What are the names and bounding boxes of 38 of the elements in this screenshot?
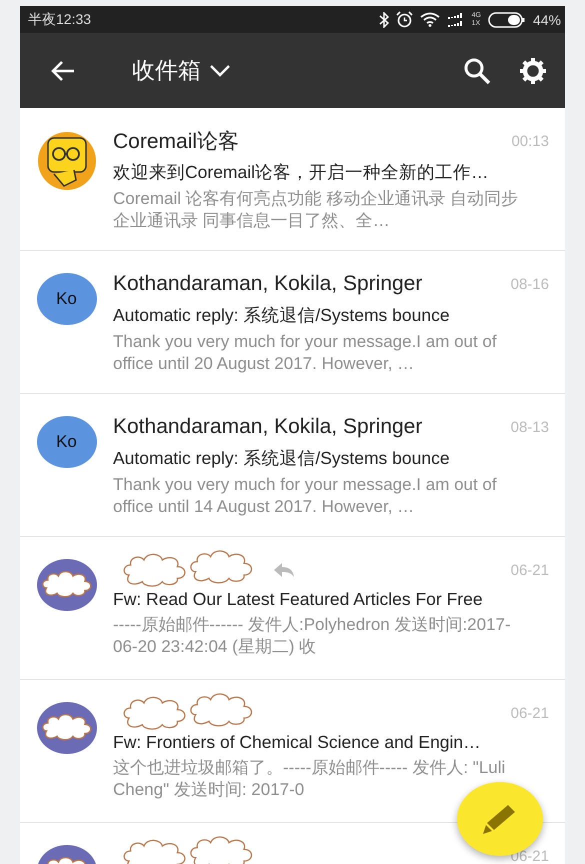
message-date: 08-16 <box>510 276 549 292</box>
sender-name: Kothandaraman, Kokila, Springer <box>113 415 422 439</box>
alarm-clock-icon <box>396 11 413 28</box>
message-preview: Coremail 论客有何亮点功能 移动企业通讯录 自动同步企业通讯录 同事信息一目了然、全… <box>113 188 520 232</box>
back-arrow-icon <box>50 60 76 82</box>
message-preview: Thank you very much for your message.I am out of office until 20 August 2017. However, … <box>113 331 498 375</box>
settings-icon <box>519 56 547 84</box>
pencil-icon <box>482 802 518 836</box>
search-icon <box>463 56 491 84</box>
wifi-icon <box>420 12 440 27</box>
status-time: 半夜12:33 <box>28 10 92 28</box>
signal-icon <box>446 12 465 28</box>
bluetooth-icon <box>378 12 389 28</box>
message-item[interactable]: Ko Kothandaraman, Kokila, Springer 08-13 Automatic reply: 系统退信/Systems bounce Thank you very much for your message.I am out of office until 14 August 2017. However, … <box>20 394 565 537</box>
initials-avatar: Ko <box>36 416 96 468</box>
message-date: 08-13 <box>510 418 549 436</box>
message-preview: 这个也进垃圾邮箱了。-----原始邮件----- 发件人: "Luli Cheng" 发送时间: 2017-0 <box>113 757 506 801</box>
sender-name: Kothandaraman, Kokila, Springer <box>113 272 422 296</box>
message-item[interactable]: Ko Kothandaraman, Kokila, Springer 08-16 Automatic reply: 系统退信/Systems bounce Thank you very much for your message.I am out of office until 20 August 2017. However, … <box>20 251 565 394</box>
message-subject: Fw: Read Our Latest Featured Articles For Free <box>113 589 484 610</box>
message-preview: Thank you very much for your message.I am out of office until 14 August 2017. However, … <box>113 474 498 518</box>
mascot-avatar-icon <box>36 130 98 192</box>
message-subject: 欢迎来到Coremail论客，开启一种全新的工作… <box>113 161 490 184</box>
message-date: 06-21 <box>510 704 549 722</box>
chevron-down-icon <box>209 64 231 78</box>
sender-name: Coremail论客 <box>113 129 240 155</box>
folder-dropdown[interactable]: 收件箱 <box>132 55 231 86</box>
message-item[interactable]: Coremail论客 00:13 欢迎来到Coremail论客，开启一种全新的工作… Coremail 论客有何亮点功能 移动企业通讯录 自动同步企业通讯录 同事信息一目了然、全… <box>20 108 565 251</box>
message-preview: -----原始邮件------ 发件人:Polyhedron 发送时间:2017-06-20 23:42:04 (星期二) 收 <box>113 614 512 658</box>
battery-icon <box>488 10 526 28</box>
message-subject: Automatic reply: 系统退信/Systems bounce <box>113 304 451 327</box>
message-subject: Fw: Frontiers of Chemical Science and Engin… <box>113 732 482 753</box>
initials-avatar: Ko <box>36 273 96 325</box>
battery-percentage: 44% <box>532 12 561 28</box>
message-date: 00:13 <box>511 132 549 150</box>
message-date: 06-21 <box>510 562 549 578</box>
message-subject: Automatic reply: 系统退信/Systems bounce <box>113 447 451 470</box>
message-item[interactable]: 06-21 Fw: Read Our Latest Featured Articles For Free -----原始邮件------ 发件人:Polyhedron 发送时间:2017-06-20 23:42:04 (星期二) 收 <box>20 537 565 680</box>
